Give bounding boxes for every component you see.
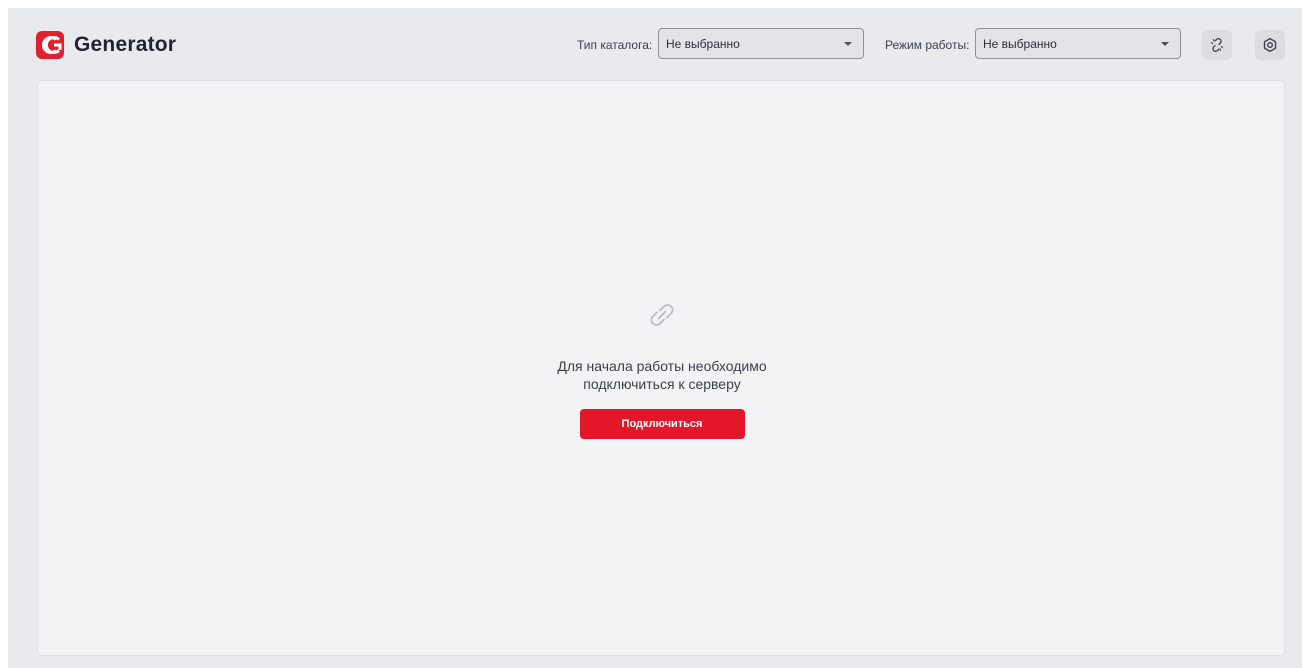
catalog-type-value: Не выбранно <box>666 36 740 51</box>
link-icon <box>644 297 680 333</box>
catalog-type-select[interactable]: Не выбранно <box>658 28 864 59</box>
work-mode-select[interactable]: Не выбранно <box>975 28 1181 59</box>
app-logo: Generator <box>36 31 176 59</box>
app-name: Generator <box>74 33 177 56</box>
catalog-type-label: Тип каталога: <box>577 38 653 52</box>
connect-button[interactable]: Подключиться <box>579 409 745 439</box>
broken-link-icon <box>1210 37 1224 53</box>
empty-state-line-2: подключиться к серверу <box>583 376 741 392</box>
main-panel: Для начала работы необходимо подключитьс… <box>37 80 1285 656</box>
work-mode-label: Режим работы: <box>885 38 970 52</box>
empty-state: Для начала работы необходимо подключитьс… <box>38 297 1286 439</box>
chevron-down-icon <box>844 42 852 46</box>
app-window: Generator Тип каталога: Не выбранно Режи… <box>8 8 1302 668</box>
settings-gear-icon <box>1263 37 1277 53</box>
settings-button[interactable] <box>1255 30 1285 60</box>
connection-button[interactable] <box>1202 30 1232 60</box>
empty-state-message: Для начала работы необходимо подключитьс… <box>557 357 766 393</box>
work-mode-value: Не выбранно <box>983 36 1057 51</box>
app-header: Generator Тип каталога: Не выбранно Режи… <box>8 8 1302 80</box>
empty-state-line-1: Для начала работы необходимо <box>557 358 767 374</box>
chevron-down-icon <box>1161 42 1169 46</box>
generator-logo-icon <box>36 31 64 59</box>
